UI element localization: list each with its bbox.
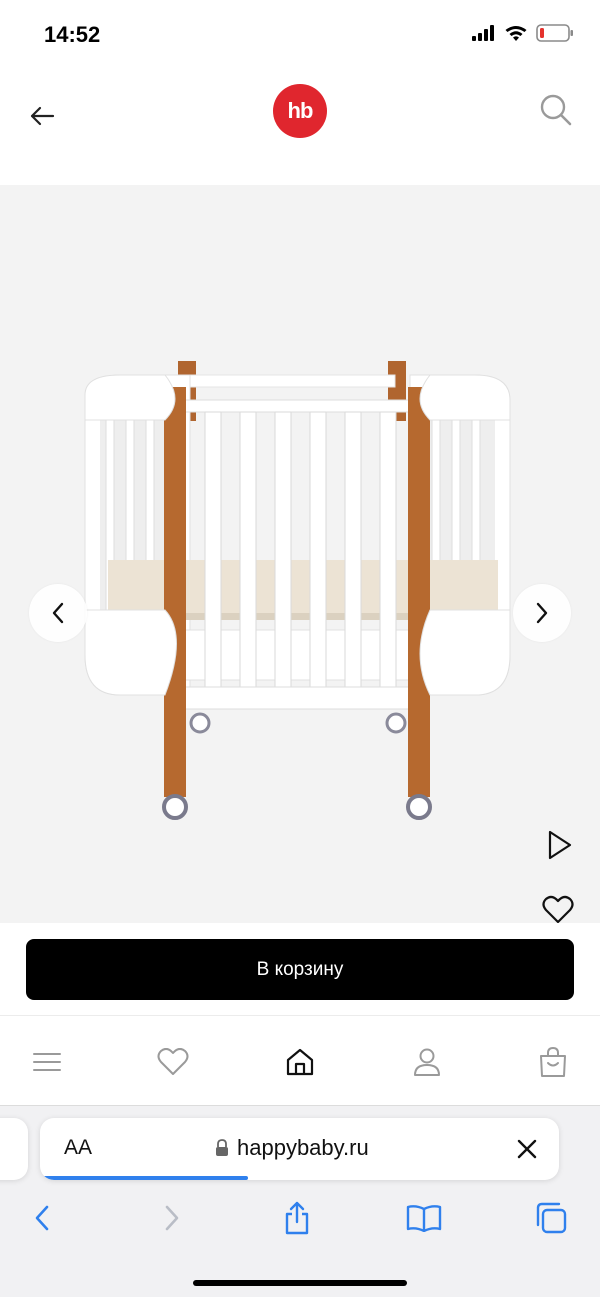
signal-icon xyxy=(472,25,494,41)
back-icon xyxy=(35,1205,49,1231)
search-icon xyxy=(540,94,572,126)
browser-back-button[interactable] xyxy=(22,1198,62,1238)
search-button[interactable] xyxy=(536,90,576,130)
status-time: 14:52 xyxy=(44,22,101,47)
stop-loading-button[interactable] xyxy=(512,1134,542,1164)
close-icon xyxy=(517,1139,537,1159)
add-to-cart-bar: В корзину xyxy=(0,923,600,1015)
chevron-right-icon xyxy=(536,602,548,624)
url-text: happybaby.ru xyxy=(237,1135,369,1160)
site-bottom-nav xyxy=(0,1015,600,1105)
gallery-next-button[interactable] xyxy=(513,584,571,642)
wifi-icon xyxy=(505,25,527,41)
back-arrow-icon xyxy=(30,106,55,126)
page-load-progress xyxy=(40,1176,248,1180)
nav-profile-button[interactable] xyxy=(407,1042,447,1082)
product-gallery[interactable] xyxy=(0,185,600,923)
browser-tabs-button[interactable] xyxy=(531,1198,571,1238)
user-icon xyxy=(414,1048,440,1076)
previous-tab-preview[interactable] xyxy=(0,1118,28,1180)
play-icon xyxy=(548,830,572,860)
home-icon xyxy=(286,1048,314,1076)
bookmarks-icon xyxy=(406,1205,442,1232)
logo-text: hb xyxy=(287,98,314,123)
menu-icon xyxy=(33,1053,61,1071)
tabs-icon xyxy=(536,1202,567,1234)
add-to-cart-button[interactable]: В корзину xyxy=(26,939,574,1000)
battery-low-icon xyxy=(536,24,573,42)
browser-bookmarks-button[interactable] xyxy=(404,1198,444,1238)
play-video-button[interactable] xyxy=(540,825,580,865)
back-button[interactable] xyxy=(24,98,60,134)
heart-icon xyxy=(157,1048,189,1075)
home-indicator[interactable] xyxy=(193,1280,407,1286)
site-header: hb xyxy=(0,70,600,185)
url-display[interactable]: happybaby.ru xyxy=(215,1135,369,1161)
add-to-favorites-button[interactable] xyxy=(538,895,578,923)
reader-aa-button[interactable]: AA xyxy=(64,1136,92,1160)
aa-label: AA xyxy=(64,1136,93,1159)
product-image-crib xyxy=(80,355,520,825)
forward-icon xyxy=(165,1205,179,1231)
status-bar: 14:52 xyxy=(0,0,600,70)
gallery-prev-button[interactable] xyxy=(29,584,87,642)
nav-menu-button[interactable] xyxy=(27,1042,67,1082)
nav-home-button[interactable] xyxy=(280,1042,320,1082)
bag-icon xyxy=(540,1046,566,1077)
address-bar[interactable]: AA happybaby.ru xyxy=(40,1118,559,1180)
browser-chrome: AA happybaby.ru xyxy=(0,1105,600,1297)
status-icons xyxy=(472,24,574,42)
browser-share-button[interactable] xyxy=(277,1198,317,1238)
chevron-left-icon xyxy=(52,602,64,624)
brand-logo[interactable]: hb xyxy=(273,84,327,138)
share-icon xyxy=(285,1201,309,1235)
nav-favorites-button[interactable] xyxy=(153,1042,193,1082)
heart-icon xyxy=(542,895,574,923)
lock-icon xyxy=(216,1139,228,1156)
browser-forward-button[interactable] xyxy=(152,1198,192,1238)
nav-cart-button[interactable] xyxy=(533,1042,573,1082)
